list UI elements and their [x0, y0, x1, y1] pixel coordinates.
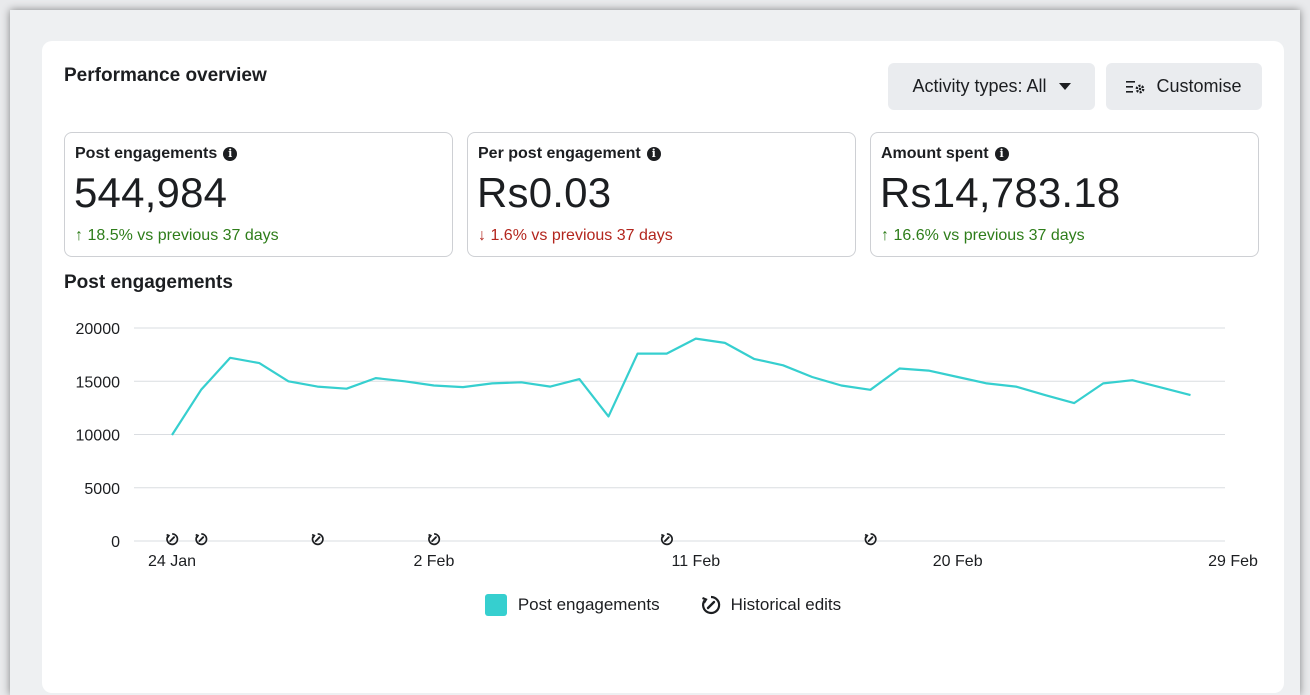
- performance-overview-card: Performance overview Activity types: All…: [42, 41, 1284, 693]
- historical-edit-icon[interactable]: [311, 533, 324, 546]
- y-tick-label: 10000: [76, 428, 121, 445]
- y-tick-label: 15000: [76, 374, 121, 391]
- legend-swatch: [484, 594, 507, 616]
- x-tick-label: 2 Feb: [413, 553, 454, 570]
- y-tick-label: 5000: [84, 481, 120, 498]
- x-tick-label: 29 Feb: [1208, 553, 1258, 570]
- historical-edit-icon[interactable]: [166, 533, 179, 546]
- x-tick-label: 11 Feb: [671, 553, 720, 570]
- x-tick-label: 24 Jan: [148, 553, 196, 570]
- series-line-post-engagements: [171, 337, 1191, 436]
- post-engagements-line-chart[interactable]: 0 5000 10000 15000 20000 24 Jan 2 Feb 11 Feb 20 …: [42, 41, 1284, 601]
- legend-item-historical-edits[interactable]: Historical edits: [700, 594, 842, 616]
- x-tick-label: 20 Feb: [933, 553, 983, 570]
- historical-edit-icon[interactable]: [864, 533, 877, 546]
- legend-item-post-engagements[interactable]: Post engagements: [484, 594, 660, 616]
- window-frame: Performance overview Activity types: All…: [10, 10, 1300, 695]
- y-tick-label: 0: [111, 534, 120, 551]
- legend-label: Post engagements: [517, 595, 660, 614]
- historical-edit-icon[interactable]: [660, 533, 673, 546]
- historical-edit-icon: [700, 594, 722, 616]
- historical-edit-icon[interactable]: [428, 533, 441, 546]
- historical-edit-icon[interactable]: [195, 533, 208, 546]
- y-tick-label: 20000: [76, 321, 121, 338]
- legend-label: Historical edits: [730, 595, 842, 614]
- chart-legend: Post engagements Historical edits: [42, 594, 1284, 616]
